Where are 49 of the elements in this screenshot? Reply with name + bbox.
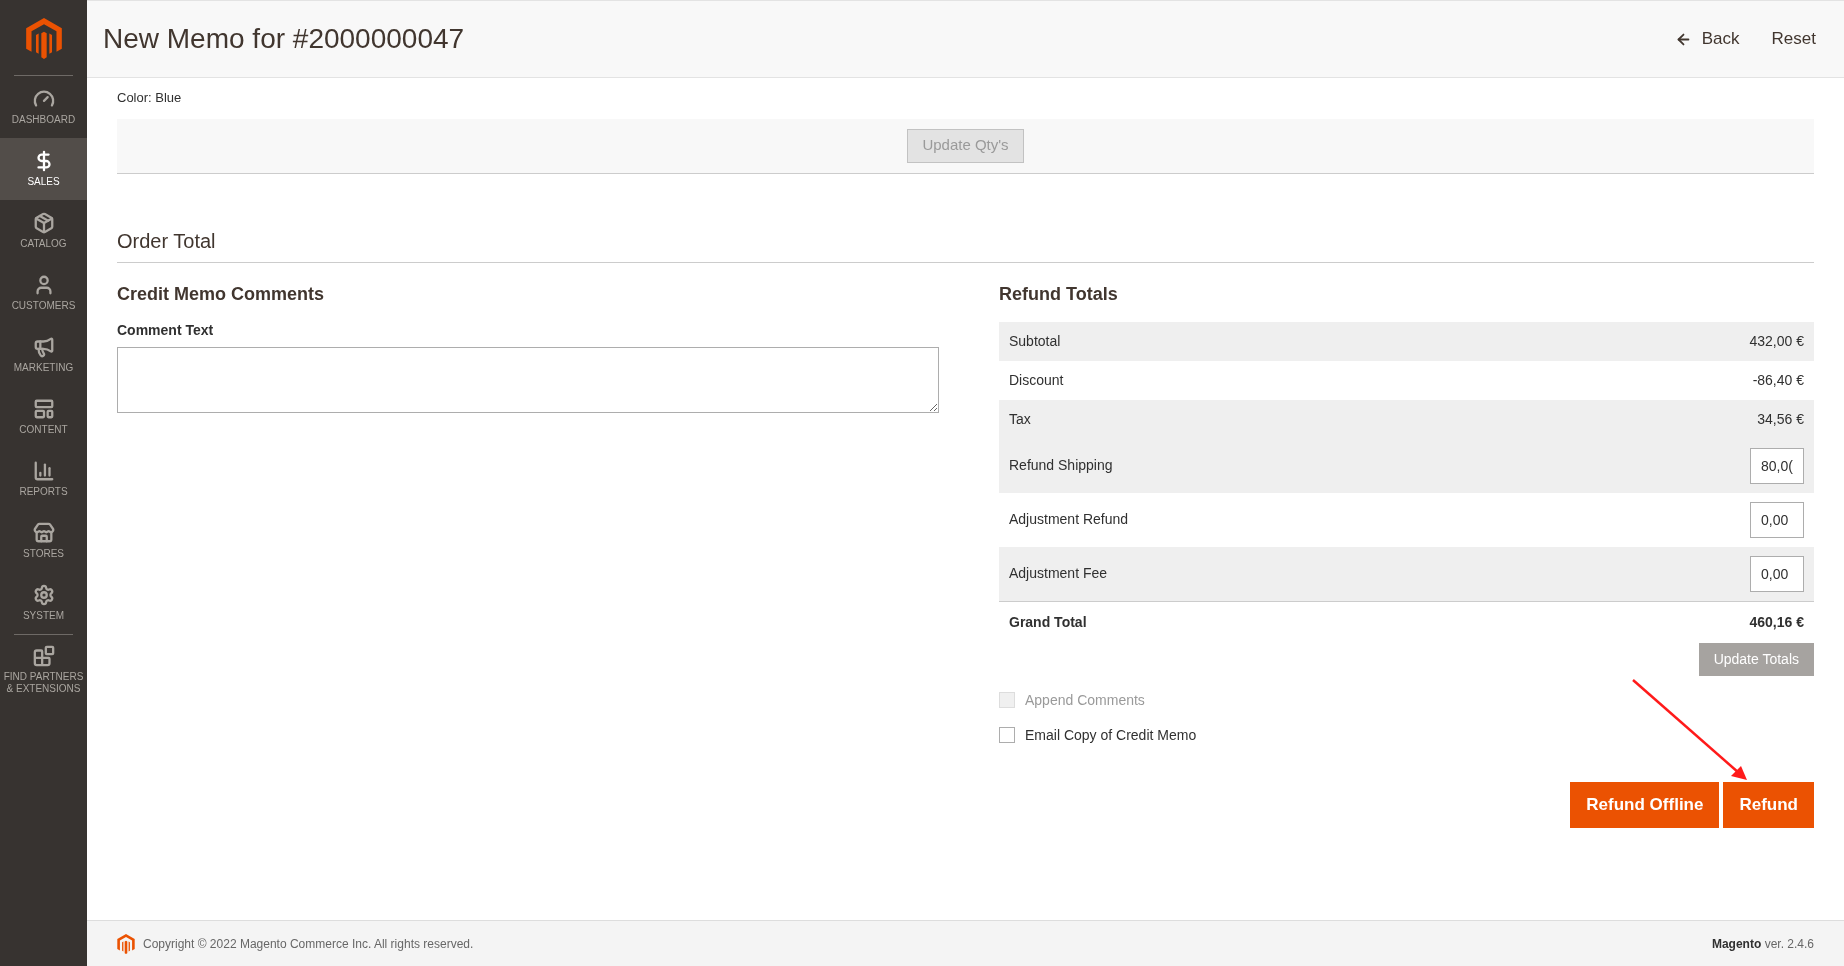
comments-title: Credit Memo Comments [117, 282, 326, 306]
totals-label: Subtotal [1009, 331, 1061, 351]
sidebar-item[interactable]: MARKETING [0, 324, 87, 386]
refund-button[interactable]: Refund [1723, 781, 1814, 828]
copyright-text: Copyright © 2022 Magento Commerce Inc. All rights reserved. [143, 935, 474, 953]
totals-label: Tax [1009, 409, 1031, 429]
totals-label: Adjustment Refund [1009, 510, 1129, 529]
comment-field[interactable] [117, 346, 939, 413]
comment-label: Comment Text [117, 320, 215, 340]
item-option: Color: Blue [117, 88, 1814, 108]
sidebar-item[interactable]: CONTENT [0, 386, 87, 448]
totals-label: Refund Shipping [1009, 456, 1113, 475]
totals-value: -86,40 € [1752, 370, 1804, 390]
sidebar-item[interactable]: STORES [0, 510, 87, 572]
totals-value: 432,00 € [1749, 331, 1804, 351]
megaphone-icon [32, 336, 55, 358]
sidebar-item[interactable]: SYSTEM [0, 572, 87, 634]
amount-field[interactable]: 0,00 [1750, 501, 1804, 538]
bar-chart-icon [32, 460, 55, 482]
sidebar-item[interactable]: REPORTS [0, 448, 87, 510]
checkbox-label: Email Copy of Credit Memo [1025, 725, 1197, 745]
layout-icon [32, 398, 55, 420]
store-icon [32, 522, 55, 544]
sidebar-item[interactable]: FIND PARTNERS & EXTENSIONS [0, 635, 87, 705]
grand-total-value: 460,16 € [1749, 612, 1804, 632]
back-button[interactable]: Back [1674, 26, 1740, 52]
reset-button[interactable]: Reset [1771, 26, 1816, 52]
checkbox-label: Append Comments [1025, 690, 1145, 710]
sidebar-item[interactable]: CUSTOMERS [0, 262, 87, 324]
refund-totals-title: Refund Totals [999, 282, 1119, 306]
section-title: Order Total [117, 225, 1814, 263]
sidebar-item[interactable]: CATALOG [0, 200, 87, 262]
logo-icon [25, 18, 62, 59]
box-icon [32, 212, 55, 234]
checkbox[interactable] [999, 727, 1015, 743]
grand-total-label: Grand Total [1009, 612, 1087, 632]
totals-value: 34,56 € [1757, 409, 1804, 429]
logo-icon [117, 933, 135, 954]
blocks-icon [32, 645, 55, 667]
refund-button[interactable]: Refund Offline [1570, 781, 1720, 828]
amount-field[interactable]: 0,00 [1750, 555, 1804, 592]
page-title: New Memo for #2000000047 [103, 22, 465, 56]
version-text: Magento ver. 2.4.6 [1711, 935, 1814, 953]
amount-field[interactable]: 80,0( [1750, 447, 1804, 484]
sidebar-item[interactable]: SALES [0, 138, 87, 200]
sidebar-item[interactable]: DASHBOARD [0, 76, 87, 138]
totals-label: Discount [1009, 370, 1064, 390]
settings-icon [32, 584, 55, 606]
totals-label: Adjustment Fee [1009, 564, 1108, 583]
